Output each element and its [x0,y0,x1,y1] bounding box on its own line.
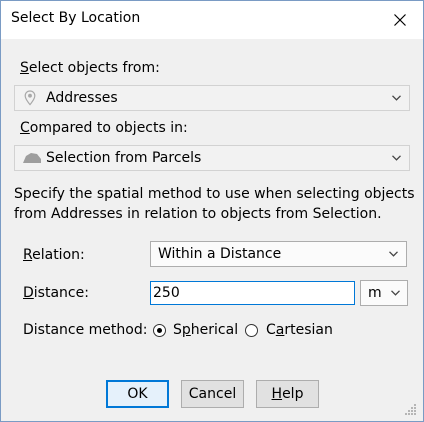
distance-unit-value: m [368,285,382,301]
relation-label: Relation: [23,247,85,263]
title-bar[interactable]: Select By Location [1,1,423,39]
cancel-button[interactable]: Cancel [181,380,244,408]
chevron-down-icon [391,290,400,296]
window-title: Select By Location [11,10,141,26]
chevron-down-icon [392,95,401,101]
map-pin-icon [24,90,36,110]
radio-selected-dot [157,328,162,333]
close-button[interactable] [377,1,423,39]
distance-input-box[interactable] [150,281,355,305]
description-line-1: Specify the spatial method to use when s… [14,186,415,202]
distance-label: Distance: [23,285,89,301]
description-line-2: from Addresses in relation to objects fr… [14,206,382,222]
parcel-layer-icon [22,152,42,168]
select-from-value: Addresses [46,90,118,106]
close-icon [394,14,406,26]
cartesian-radio[interactable] [245,324,258,337]
select-by-location-dialog: Select By Location Select objects from: … [0,0,424,422]
relation-value: Within a Distance [158,246,282,262]
select-objects-from-label: Select objects from: [20,60,160,76]
distance-method-label: Distance method: [23,322,148,338]
spherical-label[interactable]: Spherical [173,322,238,338]
resize-grip-icon[interactable] [405,403,417,415]
compared-to-objects-label: Compared to objects in: [20,120,188,136]
compare-to-layer-combo[interactable]: Selection from Parcels [14,145,410,171]
chevron-down-icon [392,155,401,161]
distance-unit-select[interactable]: m [360,280,408,306]
spherical-radio[interactable] [153,324,166,337]
chevron-down-icon [389,251,398,257]
compare-to-value: Selection from Parcels [46,150,202,166]
relation-select[interactable]: Within a Distance [150,241,407,267]
distance-input[interactable] [151,282,354,304]
select-from-layer-combo[interactable]: Addresses [14,85,410,111]
help-button[interactable]: Help [256,380,319,408]
ok-button[interactable]: OK [106,380,169,408]
cartesian-label[interactable]: Cartesian [266,322,333,338]
